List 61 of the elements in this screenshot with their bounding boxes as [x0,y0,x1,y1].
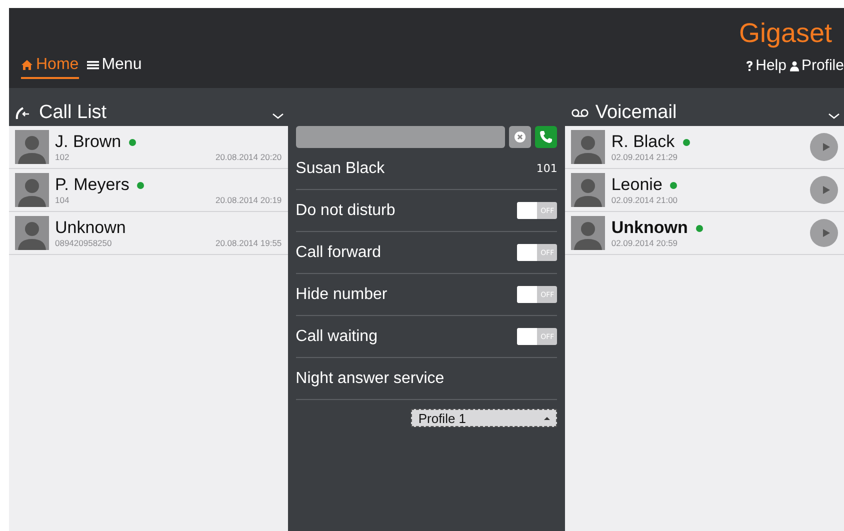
message-time: 02.09.2014 21:00 [611,195,678,205]
clear-icon [514,131,526,143]
call-entry[interactable]: J. Brown 102 20.08.2014 20:20 [9,126,288,169]
play-button[interactable] [810,219,838,247]
call-entry[interactable]: Unknown 089420958250 20.08.2014 19:55 [9,212,288,255]
contact-name: P. Meyers [55,175,130,195]
avatar-icon [571,216,606,250]
play-icon [820,228,830,238]
user-name: Susan Black [296,160,385,178]
help-link[interactable]: Help [744,57,786,79]
phone-number: 102 [55,152,70,162]
call-time: 20.08.2014 20:20 [215,152,282,162]
contact-name: Unknown [611,218,688,238]
play-button[interactable] [810,176,838,204]
avatar-icon [571,173,606,207]
call-time: 20.08.2014 19:55 [215,238,282,248]
nav-tab[interactable]: Menu [86,56,142,79]
clear-button[interactable] [509,126,532,148]
panel-title: Voicemail [595,102,678,124]
person-icon [790,60,800,72]
logo: Gigaset [738,18,832,50]
extension-number: 101 [536,162,558,175]
phone-icon [539,130,554,144]
avatar-icon [571,130,606,164]
contact-name: Leonie [611,175,662,195]
message-time: 02.09.2014 20:59 [611,238,678,248]
play-icon [820,185,830,195]
help-icon [744,60,754,72]
chevron-icon[interactable] [272,112,284,120]
nav-tab[interactable]: Home [21,56,79,79]
setting-label: Hide number [296,286,388,304]
call-button[interactable] [535,126,558,148]
voicemail-icon [571,106,590,120]
voicemail-entry[interactable]: Leonie 02.09.2014 21:00 [565,169,844,212]
contact-name: J. Brown [55,132,122,152]
call-time: 20.08.2014 20:19 [215,195,282,205]
call-entry[interactable]: P. Meyers 104 20.08.2014 20:19 [9,169,288,212]
voicemail-entry[interactable]: R. Black 02.09.2014 21:29 [565,126,844,169]
avatar-icon [15,130,49,164]
dial-field[interactable] [296,126,506,148]
contact-name: R. Black [611,132,675,152]
phone-number: 089420958250 [55,238,112,248]
home-icon [21,59,33,71]
setting-label: Do not disturb [296,202,396,220]
setting-label: Night answer service [296,370,444,388]
profile-dropdown[interactable]: Profile 1 [411,409,558,427]
setting-label: Call forward [296,244,382,262]
chevron-icon[interactable] [828,112,840,120]
voicemail-entry[interactable]: Unknown 02.09.2014 20:59 [565,212,844,255]
play-icon [820,142,830,152]
contact-name: Unknown [55,218,126,238]
panel-title: Call List [39,102,108,124]
message-time: 02.09.2014 21:29 [611,152,678,162]
caret-icon [544,416,550,420]
play-button[interactable] [810,133,838,161]
menu-icon [86,59,99,71]
avatar-icon [15,173,49,207]
profile-link[interactable]: Profile [790,57,844,79]
setting-label: Call waiting [296,328,378,346]
phone-number: 104 [55,195,70,205]
avatar-icon [15,216,49,250]
